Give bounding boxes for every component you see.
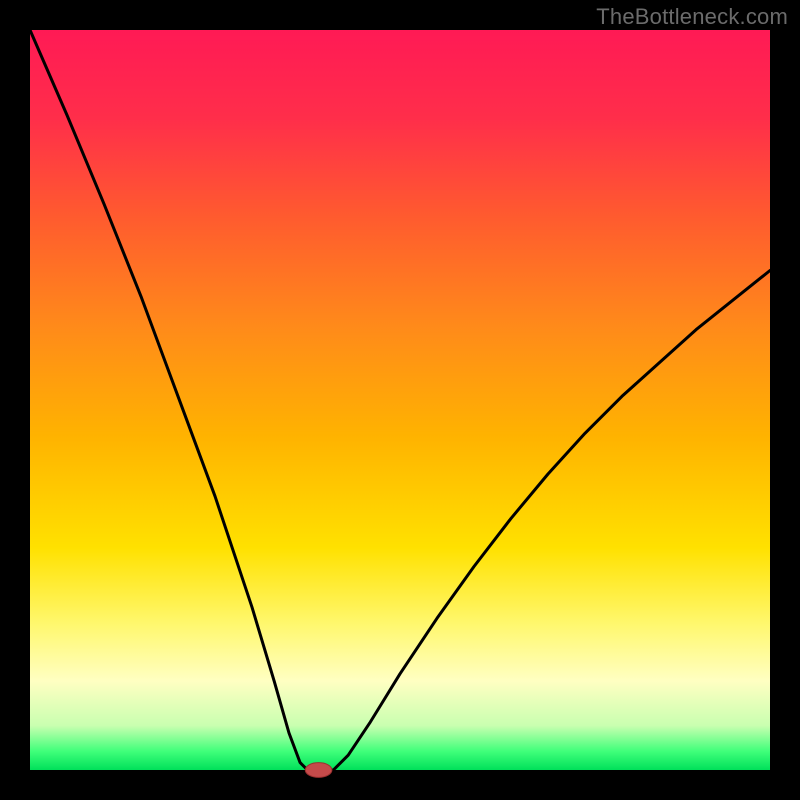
bottleneck-chart: [0, 0, 800, 800]
plot-area: [30, 30, 770, 770]
optimal-marker: [305, 763, 332, 778]
chart-frame: { "watermark": "TheBottleneck.com", "col…: [0, 0, 800, 800]
